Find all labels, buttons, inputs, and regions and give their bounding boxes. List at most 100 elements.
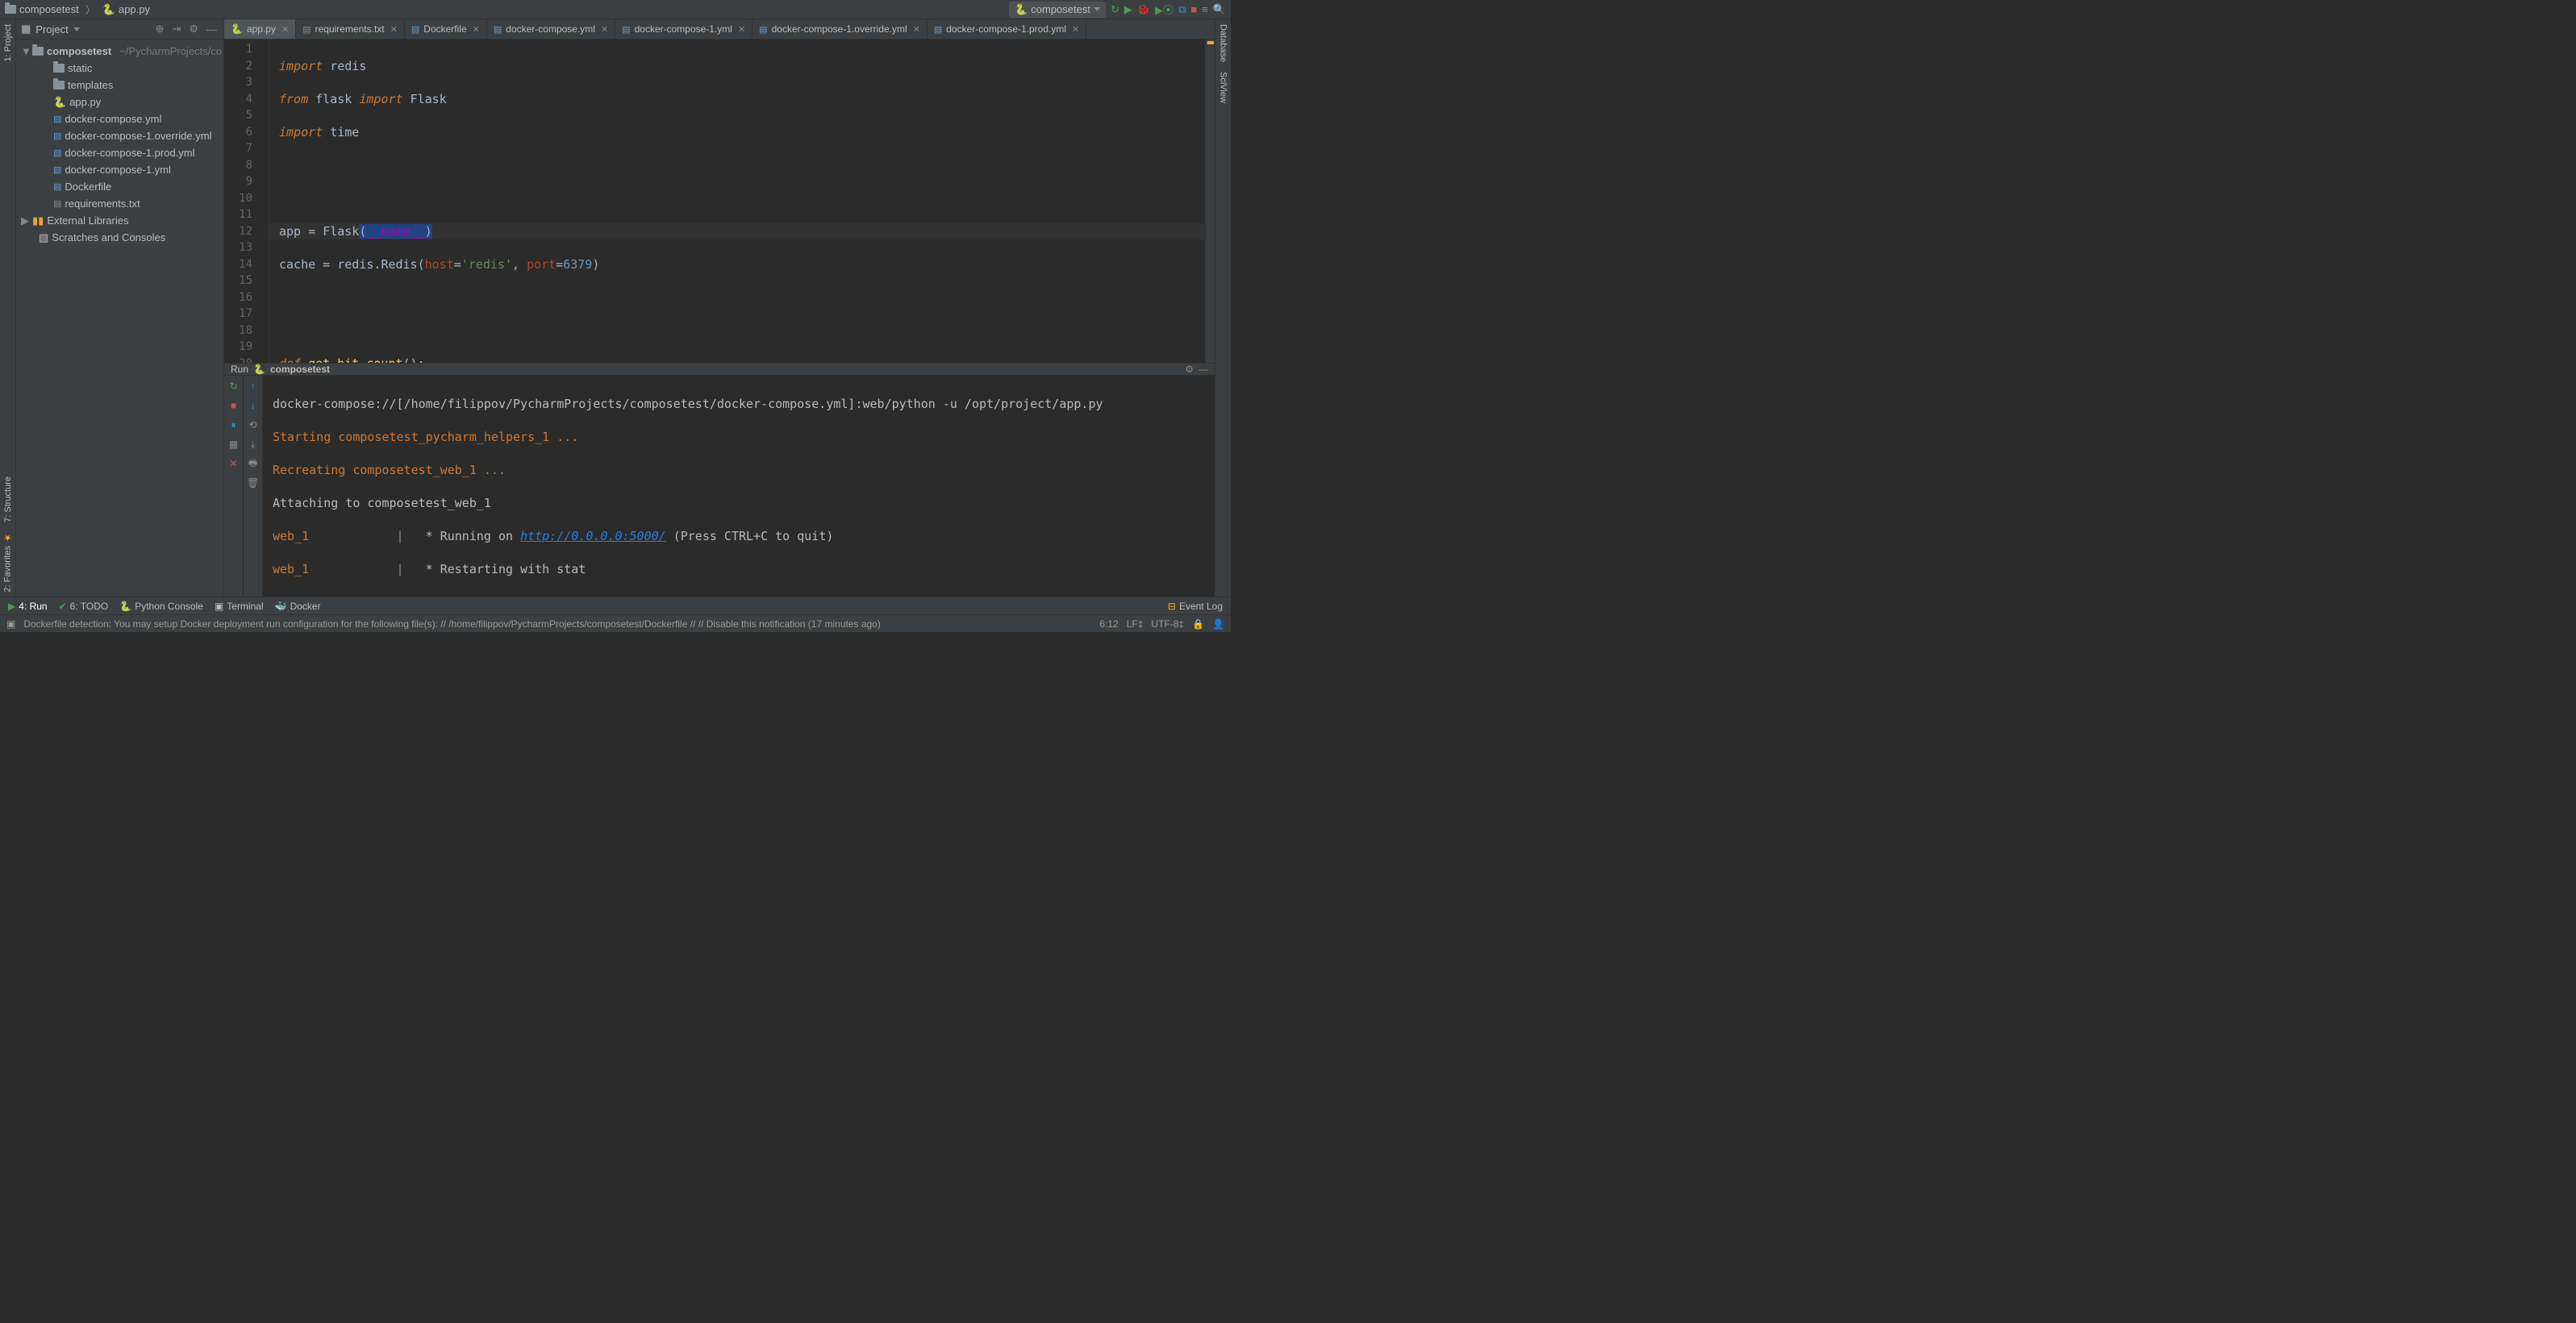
stop-button[interactable]: ■ bbox=[1190, 3, 1197, 15]
folder-icon bbox=[32, 47, 44, 56]
scroll-from-source-icon[interactable]: ⊕ bbox=[154, 23, 166, 35]
yaml-file-icon: ▤ bbox=[759, 24, 767, 35]
close-icon[interactable]: ✕ bbox=[390, 24, 398, 35]
run-button[interactable]: ▶ bbox=[1124, 3, 1132, 16]
tree-folder-templates[interactable]: templates bbox=[16, 77, 223, 94]
tree-file-compose1[interactable]: ▤docker-compose-1.yml bbox=[16, 161, 223, 178]
favorites-tool-tab[interactable]: 2: Favorites★ bbox=[1, 527, 15, 597]
run-header-prefix: Run bbox=[231, 364, 248, 375]
run-with-coverage-button[interactable]: ▶⦿ bbox=[1155, 2, 1173, 17]
run-config-selector[interactable]: 🐍 composetest bbox=[1009, 2, 1106, 18]
stop-run-button[interactable]: ■ bbox=[227, 398, 241, 413]
editor-tab-prod[interactable]: ▤docker-compose-1.prod.yml✕ bbox=[927, 19, 1086, 39]
tree-root-path: ~/PycharmProjects/co bbox=[119, 45, 222, 57]
run-tab[interactable]: ▶4: Run bbox=[8, 601, 48, 612]
run-hide-icon[interactable]: — bbox=[1198, 364, 1208, 375]
editor-tab-compose[interactable]: ▤docker-compose.yml✕ bbox=[487, 19, 615, 39]
error-stripe[interactable] bbox=[1205, 40, 1215, 363]
database-tool-tab[interactable]: Database bbox=[1217, 19, 1230, 67]
tree-file-override[interactable]: ▤docker-compose-1.override.yml bbox=[16, 127, 223, 144]
tree-external-libs[interactable]: ▶▮▮External Libraries bbox=[16, 212, 223, 229]
project-tool-tab[interactable]: 1: Project bbox=[2, 19, 15, 66]
terminal-tab[interactable]: ▣Terminal bbox=[215, 601, 264, 612]
expander-icon[interactable]: ▼ bbox=[21, 45, 29, 57]
file-encoding[interactable]: UTF-8‡ bbox=[1151, 618, 1184, 630]
close-icon[interactable]: ✕ bbox=[1072, 24, 1079, 35]
dropdown-icon bbox=[1094, 7, 1100, 11]
hide-panel-icon[interactable]: — bbox=[205, 23, 219, 35]
reload-button[interactable]: ↻ bbox=[1111, 3, 1119, 16]
close-icon[interactable]: ✕ bbox=[738, 24, 745, 35]
tree-folder-static[interactable]: static bbox=[16, 60, 223, 77]
tree-file-app[interactable]: 🐍app.py bbox=[16, 94, 223, 110]
warning-marker[interactable] bbox=[1207, 41, 1214, 44]
breadcrumb-file[interactable]: 🐍 app.py bbox=[102, 3, 150, 16]
settings-gear-icon[interactable]: ⚙ bbox=[187, 23, 200, 35]
code-editor[interactable]: 1234567891011121314151617181920 import r… bbox=[224, 40, 1215, 363]
run-sidebar-right: ↑ ↓ ⟲ ⤓ 🖶 🗑 bbox=[244, 376, 263, 597]
tree-file-prod[interactable]: ▤docker-compose-1.prod.yml bbox=[16, 144, 223, 161]
print-button[interactable]: 🖶 bbox=[246, 456, 261, 471]
close-icon[interactable]: ✕ bbox=[913, 24, 920, 35]
exit-button[interactable]: ✕ bbox=[227, 456, 241, 471]
sciview-tool-tab[interactable]: SciView bbox=[1217, 67, 1230, 108]
folder-icon bbox=[53, 64, 65, 73]
run-sidebar-left: ↻ ■ ⏸ ▦ ✕ bbox=[224, 376, 244, 597]
folder-icon bbox=[5, 5, 16, 14]
debug-button[interactable]: 🐞 bbox=[1137, 3, 1150, 16]
caret-position[interactable]: 6:12 bbox=[1099, 618, 1118, 630]
down-stack-button[interactable]: ↓ bbox=[246, 398, 261, 413]
editor-tab-app[interactable]: 🐍app.py✕ bbox=[224, 19, 296, 39]
project-panel-title[interactable]: Project bbox=[35, 23, 68, 35]
scroll-to-end-button[interactable]: ⤓ bbox=[246, 437, 261, 451]
project-view-dropdown[interactable] bbox=[73, 27, 80, 31]
status-message[interactable]: Dockerfile detection: You may setup Dock… bbox=[23, 618, 881, 630]
search-everywhere-icon[interactable]: 🔍 bbox=[1213, 3, 1226, 16]
rerun-button[interactable]: ↻ bbox=[227, 379, 241, 393]
hector-icon[interactable]: 👤 bbox=[1212, 618, 1224, 630]
server-url-link[interactable]: http://0.0.0.0:5000/ bbox=[520, 529, 666, 543]
console-line: docker-compose://[/home/filippov/Pycharm… bbox=[273, 396, 1205, 413]
tree-root[interactable]: ▼ composetest ~/PycharmProjects/co bbox=[16, 43, 223, 60]
code-content[interactable]: import redis from flask import Flask imp… bbox=[269, 40, 1205, 363]
clear-all-button[interactable]: 🗑 bbox=[246, 476, 261, 490]
project-panel-header: ▦ Project ⊕ ⇥ ⚙ — bbox=[16, 19, 223, 40]
editor-tab-requirements[interactable]: ▤requirements.txt✕ bbox=[296, 19, 405, 39]
structure-tool-tab[interactable]: 7: Structure bbox=[2, 472, 15, 527]
status-bar: ▣ Dockerfile detection: You may setup Do… bbox=[0, 614, 1231, 632]
docker-tab[interactable]: 🐳Docker bbox=[275, 601, 321, 612]
line-gutter[interactable]: 1234567891011121314151617181920 bbox=[224, 40, 269, 363]
soft-wrap-button[interactable]: ⟲ bbox=[246, 418, 261, 432]
editor-tab-compose1[interactable]: ▤docker-compose-1.yml✕ bbox=[615, 19, 752, 39]
tree-file-compose[interactable]: ▤docker-compose.yml bbox=[16, 110, 223, 127]
dump-threads-button[interactable]: ▦ bbox=[227, 437, 241, 451]
up-stack-button[interactable]: ↑ bbox=[246, 379, 261, 393]
breadcrumb-project[interactable]: composetest bbox=[5, 3, 79, 15]
python-console-tab[interactable]: 🐍Python Console bbox=[119, 601, 203, 612]
close-icon[interactable]: ✕ bbox=[601, 24, 608, 35]
tree-file-dockerfile[interactable]: ▤Dockerfile bbox=[16, 178, 223, 195]
attach-button[interactable]: ⧉ bbox=[1178, 3, 1186, 16]
tool-windows-toggle-icon[interactable]: ▣ bbox=[6, 618, 15, 630]
editor-tab-dockerfile[interactable]: ▤Dockerfile✕ bbox=[405, 19, 487, 39]
tree-scratches[interactable]: ▧Scratches and Consoles bbox=[16, 229, 223, 246]
event-log-tab[interactable]: ⊟Event Log bbox=[1168, 601, 1223, 612]
line-separator[interactable]: LF‡ bbox=[1127, 618, 1144, 630]
project-tree: ▼ composetest ~/PycharmProjects/co stati… bbox=[16, 40, 223, 249]
close-icon[interactable]: ✕ bbox=[281, 24, 289, 35]
todo-tab[interactable]: ✔6: TODO bbox=[59, 601, 109, 612]
terminal-icon: ▣ bbox=[215, 601, 223, 612]
tree-file-requirements[interactable]: ▤requirements.txt bbox=[16, 195, 223, 212]
collapse-all-icon[interactable]: ⇥ bbox=[170, 23, 182, 35]
navigation-bar: composetest 〉 🐍 app.py 🐍 composetest ↻ ▶… bbox=[0, 0, 1231, 19]
editor-tab-override[interactable]: ▤docker-compose-1.override.yml✕ bbox=[752, 19, 927, 39]
lock-icon[interactable]: 🔒 bbox=[1192, 618, 1204, 630]
run-console-output[interactable]: docker-compose://[/home/filippov/Pycharm… bbox=[263, 376, 1215, 597]
run-settings-gear-icon[interactable]: ⚙ bbox=[1185, 364, 1194, 375]
ide-settings-icon[interactable]: ≡ bbox=[1202, 3, 1208, 15]
close-icon[interactable]: ✕ bbox=[473, 24, 480, 35]
expander-icon[interactable]: ▶ bbox=[21, 214, 29, 227]
pause-button[interactable]: ⏸ bbox=[227, 418, 241, 432]
yaml-file-icon: ▤ bbox=[53, 131, 61, 141]
console-line: Recreating composetest_web_1 ... bbox=[273, 462, 1205, 479]
